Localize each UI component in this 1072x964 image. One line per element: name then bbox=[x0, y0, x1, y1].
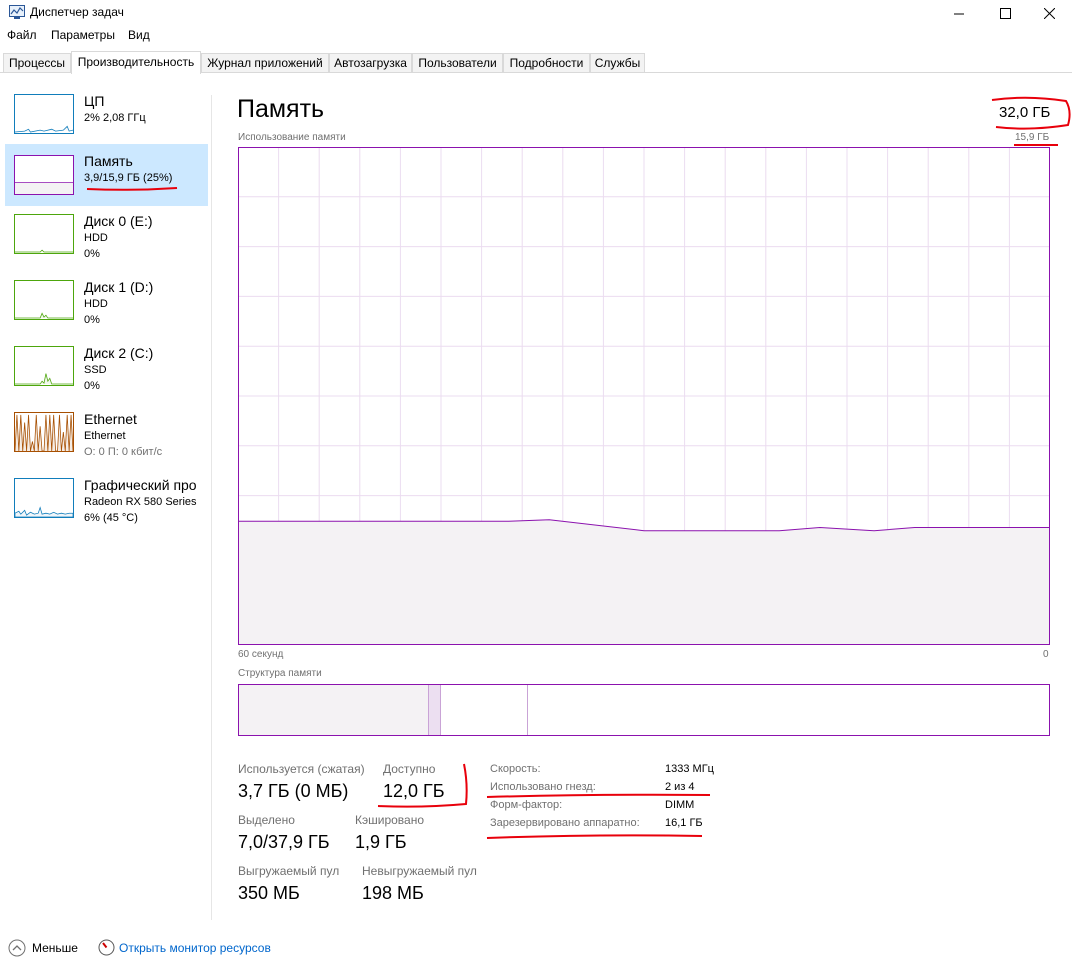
task-manager-icon bbox=[9, 5, 25, 19]
chart-label: Использование памяти bbox=[238, 132, 346, 143]
cached-label: Кэшировано bbox=[355, 813, 425, 827]
tab-users[interactable]: Пользователи bbox=[412, 53, 503, 72]
menu-view[interactable]: Вид bbox=[128, 28, 150, 42]
sidebar-item-value: 0% bbox=[84, 380, 100, 392]
resource-monitor-icon bbox=[98, 939, 115, 956]
close-icon bbox=[1043, 7, 1055, 19]
resource-sidebar: ЦП 2% 2,08 ГГц Память 3,9/15,9 ГБ (25%) … bbox=[0, 85, 212, 925]
gpu-thumbnail-graph bbox=[14, 478, 74, 518]
tab-details[interactable]: Подробности bbox=[503, 53, 590, 72]
sidebar-item-name: Диск 2 (C:) bbox=[84, 345, 154, 361]
sidebar-item-disk0[interactable]: Диск 0 (E:) HDD 0% bbox=[5, 207, 208, 269]
sidebar-item-name: Память bbox=[84, 153, 133, 169]
sidebar-item-memory[interactable]: Память 3,9/15,9 ГБ (25%) bbox=[5, 144, 208, 206]
structure-label: Структура памяти bbox=[238, 668, 322, 679]
sidebar-item-gpu[interactable]: Графический про Radeon RX 580 Series 6% … bbox=[5, 471, 208, 533]
sidebar-item-detail: 2% 2,08 ГГц bbox=[84, 112, 146, 124]
structure-modified bbox=[429, 685, 441, 735]
tab-processes[interactable]: Процессы bbox=[3, 53, 71, 72]
committed-label: Выделено bbox=[238, 813, 295, 827]
title-bar: Диспетчер задач bbox=[0, 0, 1072, 26]
speed-label: Скорость: bbox=[490, 763, 541, 775]
maximize-icon bbox=[999, 7, 1011, 19]
cached-value: 1,9 ГБ bbox=[355, 832, 407, 852]
reserved-label: Зарезервировано аппаратно: bbox=[490, 817, 640, 829]
red-underline-annotation bbox=[486, 834, 703, 839]
memory-usage-area bbox=[238, 519, 1050, 645]
disk2-thumbnail-graph bbox=[14, 346, 74, 386]
sidebar-item-name: ЦП bbox=[84, 93, 105, 109]
sidebar-item-detail: Radeon RX 580 Series bbox=[84, 496, 197, 508]
ethernet-thumbnail-graph bbox=[14, 412, 74, 452]
fewer-details-button[interactable]: Меньше bbox=[32, 941, 78, 955]
cpu-thumbnail-graph bbox=[14, 94, 74, 134]
collapse-chevron-icon[interactable] bbox=[8, 939, 26, 957]
red-circle-annotation bbox=[991, 96, 1071, 130]
sidebar-item-name: Диск 0 (E:) bbox=[84, 213, 153, 229]
red-bracket-annotation bbox=[377, 763, 468, 808]
slots-label: Использовано гнезд: bbox=[490, 781, 596, 793]
form-factor-value: DIMM bbox=[665, 799, 695, 811]
sidebar-item-detail: SSD bbox=[84, 364, 107, 376]
structure-in-use bbox=[239, 685, 429, 735]
tab-app-history[interactable]: Журнал приложений bbox=[201, 53, 329, 72]
sidebar-item-value: 6% (45 °C) bbox=[84, 512, 138, 524]
maximize-button[interactable] bbox=[982, 0, 1028, 26]
chart-time-right: 0 bbox=[1043, 649, 1049, 660]
sidebar-item-ethernet[interactable]: Ethernet Ethernet О: 0 П: 0 кбит/с bbox=[5, 405, 208, 467]
sidebar-item-value: 0% bbox=[84, 314, 100, 326]
tab-services[interactable]: Службы bbox=[590, 53, 645, 72]
sidebar-divider bbox=[211, 95, 212, 920]
tab-strip: Процессы Производительность Журнал прило… bbox=[0, 51, 1072, 74]
sidebar-item-cpu[interactable]: ЦП 2% 2,08 ГГц bbox=[5, 85, 208, 147]
tab-performance[interactable]: Производительность bbox=[71, 51, 201, 74]
menu-file[interactable]: Файл bbox=[7, 28, 37, 42]
memory-structure-bar bbox=[238, 684, 1050, 736]
window-title: Диспетчер задач bbox=[30, 5, 124, 19]
page-title: Память bbox=[237, 95, 325, 123]
chart-time-left: 60 секунд bbox=[238, 649, 284, 660]
sidebar-item-value: 0% bbox=[84, 248, 100, 260]
close-button[interactable] bbox=[1026, 0, 1072, 26]
sidebar-item-value: О: 0 П: 0 кбит/с bbox=[84, 446, 163, 458]
sidebar-item-detail: Ethernet bbox=[84, 430, 126, 442]
sidebar-item-disk1[interactable]: Диск 1 (D:) HDD 0% bbox=[5, 273, 208, 335]
paged-pool-value: 350 МБ bbox=[238, 883, 300, 903]
sidebar-item-disk2[interactable]: Диск 2 (C:) SSD 0% bbox=[5, 339, 208, 401]
in-use-value: 3,7 ГБ (0 МБ) bbox=[238, 781, 349, 801]
structure-standby bbox=[441, 685, 528, 735]
paged-pool-label: Выгружаемый пул bbox=[238, 864, 340, 878]
form-factor-label: Форм-фактор: bbox=[490, 799, 563, 811]
sidebar-item-name: Ethernet bbox=[84, 411, 137, 427]
sidebar-item-detail: 3,9/15,9 ГБ (25%) bbox=[84, 172, 173, 184]
memory-thumbnail-graph bbox=[14, 155, 74, 195]
sidebar-item-detail: HDD bbox=[84, 232, 108, 244]
disk0-thumbnail-graph bbox=[14, 214, 74, 254]
open-resource-monitor-link[interactable]: Открыть монитор ресурсов bbox=[119, 941, 271, 955]
nonpaged-pool-label: Невыгружаемый пул bbox=[362, 864, 477, 878]
committed-value: 7,0/37,9 ГБ bbox=[238, 832, 330, 852]
sidebar-item-name: Графический про bbox=[84, 477, 197, 493]
slots-value: 2 из 4 bbox=[665, 781, 695, 793]
tab-startup[interactable]: Автозагрузка bbox=[329, 53, 412, 72]
in-use-label: Используется (сжатая) bbox=[238, 762, 365, 776]
minimize-button[interactable] bbox=[936, 0, 982, 26]
reserved-value: 16,1 ГБ bbox=[665, 817, 703, 829]
chart-max-label: 15,9 ГБ bbox=[1015, 132, 1050, 143]
memory-usage-chart bbox=[238, 147, 1050, 645]
sidebar-item-name: Диск 1 (D:) bbox=[84, 279, 154, 295]
menu-options[interactable]: Параметры bbox=[51, 28, 115, 42]
sidebar-item-detail: HDD bbox=[84, 298, 108, 310]
minimize-icon bbox=[953, 13, 964, 14]
speed-value: 1333 МГц bbox=[665, 763, 714, 775]
nonpaged-pool-value: 198 МБ bbox=[362, 883, 424, 903]
disk1-thumbnail-graph bbox=[14, 280, 74, 320]
red-underline-annotation bbox=[86, 187, 178, 191]
